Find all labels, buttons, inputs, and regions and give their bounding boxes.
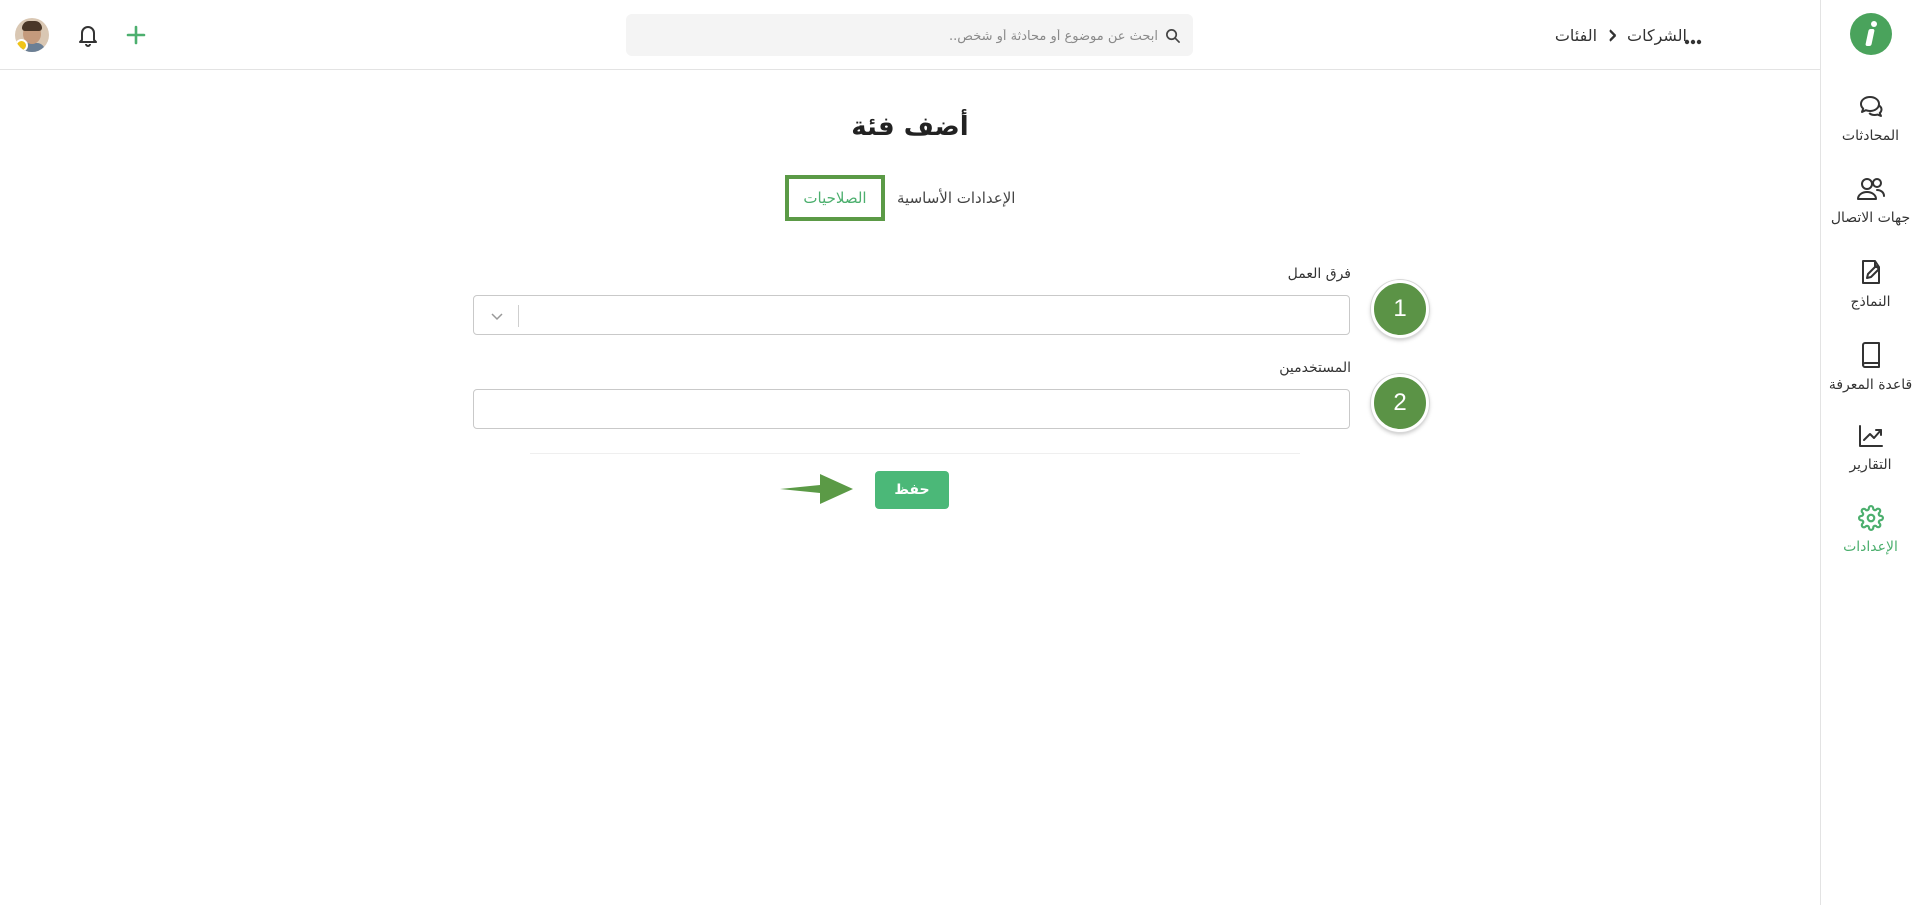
users-field[interactable] <box>473 389 1350 429</box>
sidebar-item-label: المحادثات <box>1841 128 1900 144</box>
chart-icon <box>1858 425 1883 447</box>
chat-bubbles-icon <box>1859 96 1882 117</box>
top-bar: الشركات الفئات <box>0 0 1820 70</box>
plus-icon <box>126 25 146 45</box>
teams-select[interactable] <box>473 295 1350 335</box>
contacts-icon <box>1856 178 1885 200</box>
sidebar-item-contacts[interactable]: جهات الاتصال <box>1821 176 1920 226</box>
breadcrumb: الشركات الفئات <box>1555 20 1687 50</box>
save-button[interactable]: حفظ <box>875 471 949 509</box>
search-input[interactable] <box>646 14 1160 58</box>
breadcrumb-item-categories[interactable]: الفئات <box>1555 26 1597 45</box>
bell-icon <box>79 26 97 47</box>
chevron-left-icon <box>1609 30 1617 42</box>
select-separator <box>518 305 519 327</box>
sidebar: المحادثات جهات الاتصال النماذج قاعدة الم… <box>1820 0 1920 905</box>
search-icon <box>1166 29 1180 43</box>
gear-icon <box>1857 505 1884 531</box>
tab-permissions[interactable]: الصلاحيات <box>785 175 885 221</box>
search-bar[interactable] <box>626 14 1193 58</box>
book-icon <box>1861 342 1880 368</box>
step-badge-2: 2 <box>1371 374 1429 432</box>
sidebar-item-label: جهات الاتصال <box>1830 210 1911 226</box>
avatar[interactable] <box>15 18 49 52</box>
form-edit-icon <box>1861 260 1880 284</box>
tab-bar: الصلاحيات الإعدادات الأساسية <box>0 175 1820 225</box>
step-badge-1: 1 <box>1371 280 1429 338</box>
more-horizontal-icon <box>1684 39 1702 45</box>
sidebar-item-knowledge-base[interactable]: قاعدة المعرفة <box>1821 341 1920 393</box>
sidebar-item-label: التقارير <box>1849 457 1892 473</box>
sidebar-item-conversations[interactable]: المحادثات <box>1821 94 1920 144</box>
sidebar-item-settings[interactable]: الإعدادات <box>1821 505 1920 555</box>
sidebar-item-label: قاعدة المعرفة <box>1828 377 1913 393</box>
more-options-button[interactable] <box>1684 30 1702 49</box>
sidebar-item-label: النماذج <box>1850 294 1891 310</box>
tab-basic-settings[interactable]: الإعدادات الأساسية <box>897 189 1015 207</box>
status-indicator <box>15 39 28 52</box>
divider <box>530 453 1300 454</box>
page-title: أضف فئة <box>851 112 969 142</box>
arrow-right-icon <box>780 474 853 504</box>
teams-field-label: فرق العمل <box>1287 266 1351 282</box>
sidebar-item-reports[interactable]: التقارير <box>1821 423 1920 473</box>
breadcrumb-separator <box>1607 28 1617 47</box>
notifications-button[interactable] <box>77 23 99 51</box>
sidebar-item-label: الإعدادات <box>1843 539 1898 555</box>
add-button[interactable] <box>125 24 147 50</box>
app-logo[interactable] <box>1850 13 1892 55</box>
breadcrumb-item-companies[interactable]: الشركات <box>1627 26 1687 45</box>
chevron-down-icon[interactable] <box>490 309 504 323</box>
users-field-label: المستخدمين <box>1279 360 1351 376</box>
sidebar-item-forms[interactable]: النماذج <box>1821 258 1920 310</box>
